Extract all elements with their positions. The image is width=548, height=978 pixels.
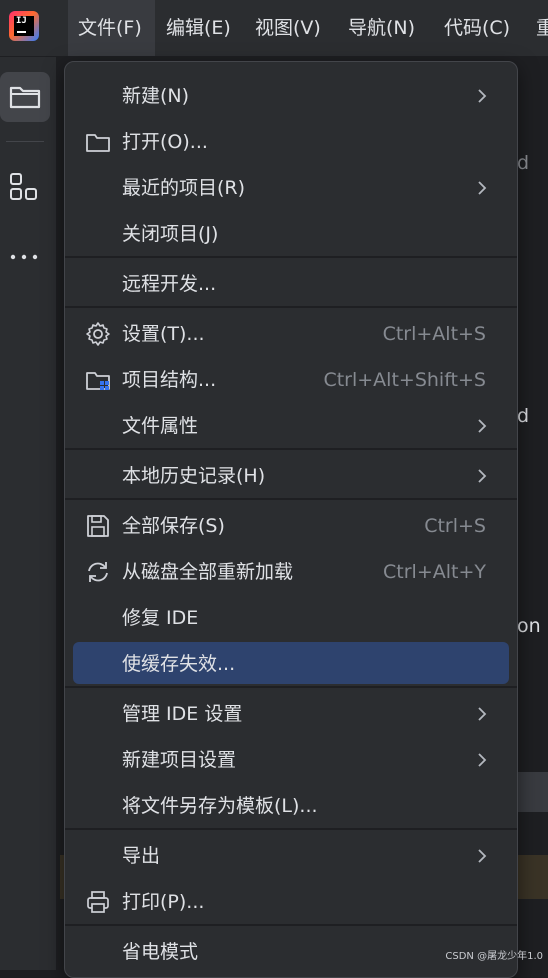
- menu-item-shortcut: Ctrl+Alt+S: [382, 323, 486, 345]
- folder-icon: [86, 134, 110, 152]
- menu-item-settings[interactable]: 设置(T)... Ctrl+Alt+S: [65, 311, 517, 357]
- menu-item-new-project-settings[interactable]: 新建项目设置: [65, 737, 517, 783]
- tool-separator: [6, 141, 44, 142]
- menu-item-project-structure[interactable]: 项目结构... Ctrl+Alt+Shift+S: [65, 357, 517, 403]
- save-icon: [87, 515, 109, 537]
- menu-item-local-history[interactable]: 本地历史记录(H): [65, 453, 517, 499]
- reload-icon: [88, 562, 108, 582]
- menu-item-label: 新建(N): [122, 85, 190, 107]
- menu-item-label: 文件属性: [122, 415, 199, 437]
- menu-divider: [65, 306, 517, 308]
- background-text: on: [517, 615, 541, 637]
- intellij-logo-icon[interactable]: IJ: [9, 11, 39, 41]
- menu-item-close-project[interactable]: 关闭项目(J): [65, 211, 517, 257]
- menu-item-invalidate-caches[interactable]: 使缓存失效...: [65, 641, 517, 687]
- menu-item-manage-ide-settings[interactable]: 管理 IDE 设置: [65, 691, 517, 737]
- project-structure-icon: [86, 372, 110, 390]
- menu-item-print[interactable]: 打印(P)...: [65, 879, 517, 925]
- menu-item-label: 管理 IDE 设置: [122, 703, 243, 725]
- menu-item-save-all[interactable]: 全部保存(S) Ctrl+S: [65, 503, 517, 549]
- menu-item-label: 远程开发...: [122, 273, 217, 295]
- menu-item-label: 本地历史记录(H): [122, 465, 266, 487]
- background-text: d: [517, 152, 530, 174]
- menu-code[interactable]: 代码(C): [444, 0, 510, 56]
- menu-item-repair-ide[interactable]: 修复 IDE: [65, 595, 517, 641]
- left-tool-strip: [0, 57, 57, 970]
- menu-file[interactable]: 文件(F): [68, 0, 155, 56]
- menu-item-label: 关闭项目(J): [122, 223, 219, 245]
- menu-item-export[interactable]: 导出: [65, 833, 517, 879]
- menu-item-label: 打印(P)...: [122, 891, 205, 913]
- menu-item-label: 设置(T)...: [122, 323, 205, 345]
- menu-item-label: 省电模式: [122, 941, 199, 963]
- menu-divider: [65, 498, 517, 500]
- chevron-right-icon: [478, 89, 487, 103]
- menu-item-label: 从磁盘全部重新加载: [122, 561, 294, 583]
- folder-icon: [9, 86, 41, 109]
- menu-view[interactable]: 视图(V): [255, 0, 321, 56]
- menu-refactor-truncated[interactable]: 重: [536, 0, 548, 56]
- menu-item-label: 将文件另存为模板(L)...: [122, 795, 318, 817]
- menu-item-label: 修复 IDE: [122, 607, 199, 629]
- chevron-right-icon: [478, 419, 487, 433]
- menu-item-new[interactable]: 新建(N): [65, 73, 517, 119]
- chevron-right-icon: [478, 753, 487, 767]
- file-menu-dropdown: 新建(N) 打开(O)... 最近的项目(R) 关闭项目(J) 远程开发... …: [64, 61, 518, 978]
- menu-divider: [65, 686, 517, 688]
- menu-item-shortcut: Ctrl+Alt+Y: [383, 561, 486, 583]
- menu-divider: [65, 256, 517, 258]
- menu-item-label: 打开(O)...: [122, 131, 208, 153]
- chevron-right-icon: [478, 849, 487, 863]
- menu-item-label: 项目结构...: [122, 369, 217, 391]
- menu-divider: [65, 924, 517, 926]
- menu-item-open[interactable]: 打开(O)...: [65, 119, 517, 165]
- menu-item-label: 导出: [122, 845, 161, 867]
- background-panel: [517, 772, 548, 812]
- menu-navigate[interactable]: 导航(N): [348, 0, 415, 56]
- menu-item-recent-projects[interactable]: 最近的项目(R): [65, 165, 517, 211]
- menu-item-label: 使缓存失效...: [122, 653, 236, 675]
- gear-icon: [86, 322, 110, 346]
- background-text: d: [517, 405, 530, 427]
- menu-divider: [65, 448, 517, 450]
- menu-item-reload-from-disk[interactable]: 从磁盘全部重新加载 Ctrl+Alt+Y: [65, 549, 517, 595]
- chevron-right-icon: [478, 469, 487, 483]
- menu-item-shortcut: Ctrl+Alt+Shift+S: [323, 369, 486, 391]
- menu-edit[interactable]: 编辑(E): [166, 0, 231, 56]
- chevron-right-icon: [478, 181, 487, 195]
- menu-item-shortcut: Ctrl+S: [424, 515, 486, 537]
- print-icon: [87, 891, 109, 913]
- structure-tool-button[interactable]: [0, 162, 50, 212]
- menu-item-label: 全部保存(S): [122, 515, 225, 537]
- watermark-text: CSDN @屠龙少年1.0: [445, 951, 543, 962]
- menu-item-label: 最近的项目(R): [122, 177, 246, 199]
- menu-item-label: 新建项目设置: [122, 749, 237, 771]
- menu-item-file-properties[interactable]: 文件属性: [65, 403, 517, 449]
- project-tool-button[interactable]: [0, 72, 50, 122]
- background-panel: [517, 855, 548, 899]
- menu-divider: [65, 828, 517, 830]
- more-horizontal-icon: [10, 254, 38, 260]
- chevron-right-icon: [478, 707, 487, 721]
- structure-icon: [10, 173, 37, 200]
- main-menubar: IJ 文件(F) 编辑(E) 视图(V) 导航(N) 代码(C) 重: [0, 0, 548, 57]
- menu-item-save-as-template[interactable]: 将文件另存为模板(L)...: [65, 783, 517, 829]
- more-tools-button[interactable]: [0, 232, 50, 282]
- menu-item-remote-development[interactable]: 远程开发...: [65, 261, 517, 307]
